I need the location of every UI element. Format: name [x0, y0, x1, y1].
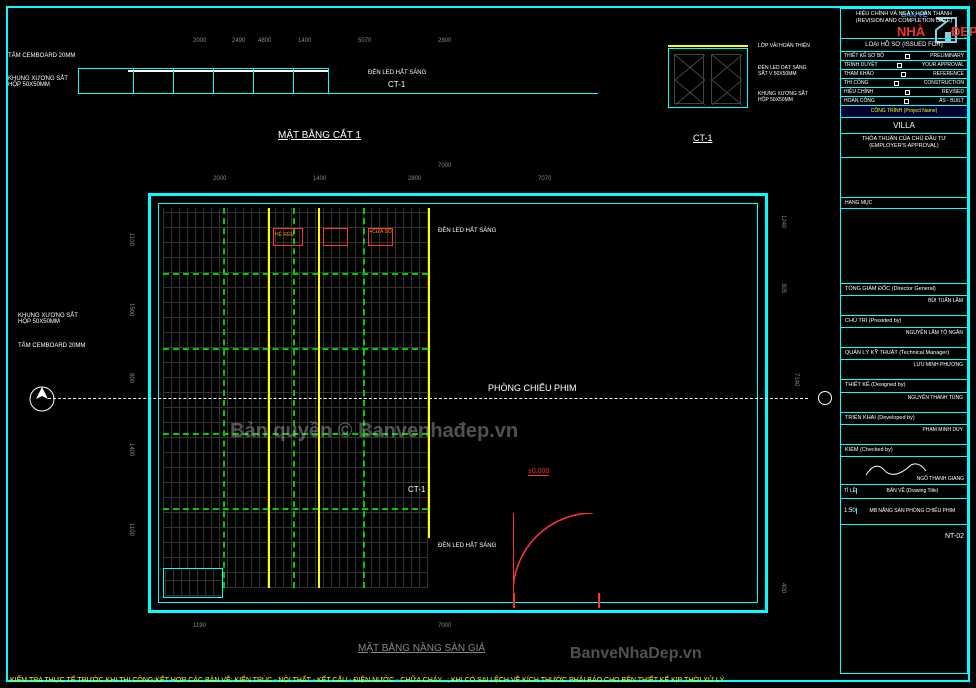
plan-title: MẶT BẰNG NÂNG SÀN GIẢ	[358, 643, 485, 654]
note-cemboard: TẤM CEMBOARD 20MM	[8, 53, 75, 59]
section-tag: CT-1	[388, 80, 405, 89]
north-arrow-icon	[28, 385, 56, 413]
titleblock: HIỆU CHỈNH VÀ NGÀY HOÀN THÀNH (REVISION …	[840, 8, 968, 674]
grid-bubble	[818, 391, 832, 405]
level-marker: ±0.000	[528, 468, 549, 476]
note-khung: KHUNG XƯƠNG SẮT HỘP 50X50MM	[8, 76, 68, 88]
tb-approval: THỎA THUẬN CỦA CHỦ ĐẦU TƯ (EMPLOYER'S AP…	[841, 134, 967, 158]
tb-revision-head: HIỆU CHỈNH VÀ NGÀY HOÀN THÀNH (REVISION …	[841, 9, 967, 39]
tb-km-lbl: KIỂM (Checked by)	[841, 445, 967, 457]
plan-section-tag: CT-1	[408, 485, 425, 494]
tb-tk-name: NGUYỄN THANH TÙNG	[841, 393, 967, 413]
tb-gd-name: BÙI TUẤN LÂM	[841, 296, 967, 316]
footer-note: KIỂM TRA THỰC TẾ TRƯỚC KHI THI CÔNG;KẾT …	[10, 677, 726, 684]
tb-proj: VILLA	[841, 118, 967, 134]
note-khung2: KHUNG XƯƠNG SẮT HỘP 50X50MM	[758, 91, 808, 103]
room-label: PHÒNG CHIẾU PHIM	[488, 383, 577, 393]
plan-note-led2: ĐÈN LED HẮT SÁNG	[438, 543, 496, 549]
section-title: MẶT BẰNG CẮT 1	[278, 130, 361, 141]
tb-tk-lbl: THIẾT KẾ (Designed by)	[841, 380, 967, 392]
plan-note-cemboard: TẤM CEMBOARD 20MM	[18, 343, 85, 349]
section-1: TẤM CEMBOARD 20MM KHUNG XƯƠNG SẮT HỘP 50…	[78, 38, 598, 148]
floor-plan: +CỬA SỔ HỆ RÈM PHÒNG CHIẾU PHIM ±0.000 C…	[108, 173, 808, 653]
tb-ql-name: LƯU MINH PHƯƠNG	[841, 360, 967, 380]
detail-ct1: LỚP VẢI HOÀN THIỆN ĐÈN LED DẠT SÁNG SẮT …	[648, 23, 818, 153]
tb-tr-lbl: TRIỂN KHAI (Developed by)	[841, 413, 967, 425]
plan-note-khung: KHUNG XƯƠNG SẮT HỘP 50X50MM	[18, 313, 78, 325]
tb-ct-lbl: CHỦ TRÌ (Presided by)	[841, 316, 967, 328]
tb-ct-name: NGUYỄN LÂM TỐ NGÂN	[841, 328, 967, 348]
note-led: ĐÈN LED HẮT SÁNG	[368, 70, 426, 76]
detail-title: CT-1	[693, 133, 713, 143]
tb-ql-lbl: QUẢN LÝ KỸ THUẬT (Technical Manager)	[841, 348, 967, 360]
tb-gd-lbl: TỔNG GIÁM ĐỐC (Director General)	[841, 284, 967, 296]
note-led2: ĐÈN LED DẠT SÁNG SẮT V 50X50MM	[758, 65, 807, 77]
plan-note-led: ĐÈN LED HẮT SÁNG	[438, 228, 496, 234]
drawing-area: TẤM CEMBOARD 20MM KHUNG XƯƠNG SẮT HỘP 50…	[8, 8, 834, 658]
tb-issue-rows: THIẾT KẾ SƠ BỘPRELIMINARY TRÌNH DUYỆTYOU…	[841, 52, 967, 106]
tb-item-lbl: HẠNG MỤC	[841, 198, 967, 210]
tb-tr-name: PHẠM MINH DUY	[841, 425, 967, 445]
tb-proj-lbl: CÔNG TRÌNH (Project Name)	[841, 106, 967, 118]
tb-issue-head: LOẠI HỒ SƠ (ISSUED FOR)	[841, 39, 967, 52]
note-lop: LỚP VẢI HOÀN THIỆN	[758, 43, 810, 49]
